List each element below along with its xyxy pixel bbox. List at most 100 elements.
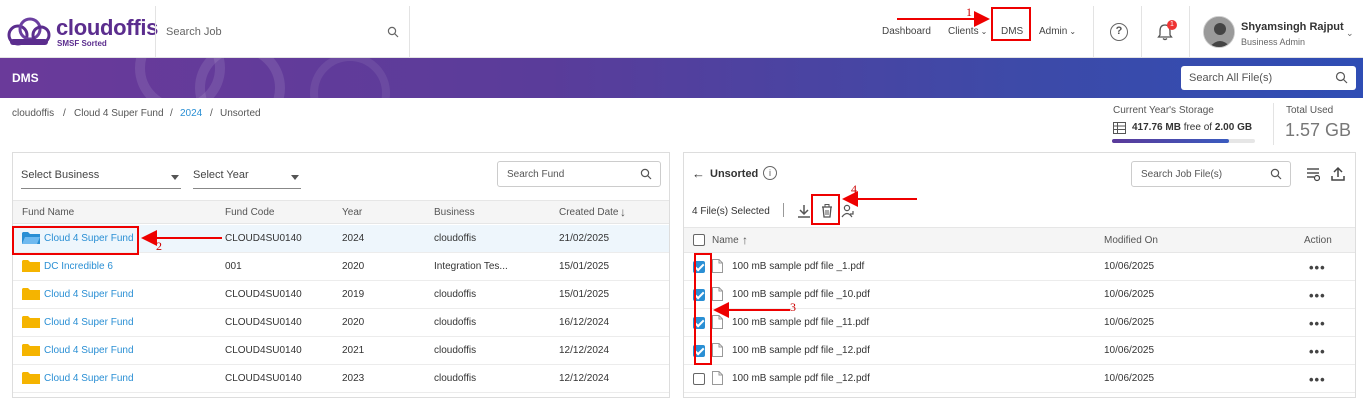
nav-admin[interactable]: Admin ⌄: [1039, 26, 1076, 37]
breadcrumb-separator: /: [170, 108, 173, 119]
file-icon: [712, 371, 723, 385]
column-header[interactable]: Created Date: [559, 207, 618, 218]
divider: [1189, 6, 1190, 58]
user-role: Business Admin: [1241, 37, 1306, 47]
file-icon: [712, 315, 723, 329]
folder-icon: [22, 260, 40, 272]
cell-created: 15/01/2025: [559, 289, 610, 300]
breadcrumb-item[interactable]: Cloud 4 Super Fund: [74, 108, 164, 119]
more-actions-icon[interactable]: •••: [1309, 344, 1326, 359]
search-fund-input[interactable]: Search Fund: [497, 161, 661, 187]
cloud-logo-icon[interactable]: [6, 17, 52, 47]
move-to-user-icon[interactable]: [841, 203, 855, 219]
column-header[interactable]: Business: [434, 207, 475, 218]
table-row[interactable]: 100 mB sample pdf file _1.pdf 10/06/2025 •…: [684, 253, 1355, 281]
select-year-label: Select Year: [193, 169, 249, 181]
logo-subtitle: SMSF Sorted: [57, 39, 107, 48]
table-row[interactable]: 100 mB sample pdf file _11.pdf 10/06/2025…: [684, 309, 1355, 337]
column-header[interactable]: Fund Name: [22, 207, 74, 218]
folder-icon: [22, 316, 40, 328]
sort-down-icon[interactable]: ↓: [620, 205, 626, 219]
fund-name-link[interactable]: DC Incredible 6: [44, 261, 113, 272]
upload-icon[interactable]: [1331, 166, 1345, 182]
more-actions-icon[interactable]: •••: [1309, 260, 1326, 275]
column-header[interactable]: Name: [712, 235, 739, 246]
file-modified: 10/06/2025: [1104, 373, 1155, 384]
search-icon[interactable]: [640, 168, 652, 180]
avatar[interactable]: [1203, 16, 1235, 48]
user-name[interactable]: Shyamsingh Rajput: [1241, 21, 1344, 33]
table-row[interactable]: Cloud 4 Super Fund CLOUD4SU0140 2020 cloudo…: [13, 309, 669, 337]
table-row[interactable]: Cloud 4 Super Fund CLOUD4SU0140 2019 cloudo…: [13, 281, 669, 309]
file-name[interactable]: 100 mB sample pdf file _10.pdf: [732, 289, 870, 300]
fund-name-link[interactable]: Cloud 4 Super Fund: [44, 373, 134, 384]
search-job-files-input[interactable]: Search Job File(s): [1131, 161, 1291, 187]
fund-name-link[interactable]: Cloud 4 Super Fund: [44, 289, 134, 300]
table-row[interactable]: 100 mB sample pdf file _10.pdf 10/06/2025…: [684, 281, 1355, 309]
folder-title: Unsorted: [710, 168, 759, 180]
file-name[interactable]: 100 mB sample pdf file _11.pdf: [732, 317, 869, 328]
storage-progress-fill: [1112, 139, 1230, 143]
search-fund-placeholder: Search Fund: [507, 169, 565, 180]
fund-name-link[interactable]: Cloud 4 Super Fund: [44, 345, 134, 356]
total-used-label: Total Used: [1286, 105, 1334, 116]
breadcrumb-separator: /: [63, 108, 66, 119]
more-actions-icon[interactable]: •••: [1309, 372, 1326, 387]
job-search-input[interactable]: Search Job: [155, 6, 410, 58]
chevron-down-icon: ⌄: [1069, 27, 1077, 36]
more-actions-icon[interactable]: •••: [1309, 316, 1326, 331]
folder-icon: [22, 344, 40, 356]
folder-icon: [22, 372, 40, 384]
fund-name-link[interactable]: Cloud 4 Super Fund: [44, 317, 134, 328]
file-name[interactable]: 100 mB sample pdf file _12.pdf: [732, 345, 870, 356]
info-icon[interactable]: i: [763, 166, 777, 180]
breadcrumb-item[interactable]: cloudoffis: [12, 108, 54, 119]
cell-year: 2020: [342, 261, 365, 272]
column-header[interactable]: Year: [342, 207, 362, 218]
search-icon[interactable]: [1270, 168, 1282, 180]
job-search-placeholder: Search Job: [166, 26, 222, 38]
row-checkbox[interactable]: [693, 373, 705, 385]
page-title: DMS: [12, 71, 39, 85]
breadcrumb-item[interactable]: 2024: [180, 108, 202, 119]
file-icon: [712, 259, 723, 273]
search-job-files-placeholder: Search Job File(s): [1141, 169, 1223, 180]
cell-year: 2021: [342, 345, 365, 356]
file-name[interactable]: 100 mB sample pdf file _12.pdf: [732, 373, 870, 384]
help-icon[interactable]: ?: [1110, 23, 1128, 41]
nav-dashboard[interactable]: Dashboard: [882, 26, 931, 37]
select-business-dropdown[interactable]: Select Business: [21, 169, 181, 189]
cell-year: 2019: [342, 289, 365, 300]
storage-icon: [1113, 122, 1126, 134]
cell-year: 2024: [342, 233, 365, 244]
table-row[interactable]: Cloud 4 Super Fund CLOUD4SU0140 2021 cloudo…: [13, 337, 669, 365]
file-name[interactable]: 100 mB sample pdf file _1.pdf: [732, 261, 864, 272]
file-list-panel: ← Unsorted i Search Job File(s) 4 File(s…: [683, 152, 1356, 398]
storage-label: Current Year's Storage: [1113, 105, 1214, 116]
search-all-files-input[interactable]: Search All File(s): [1181, 66, 1356, 90]
filter-list-icon[interactable]: [1306, 166, 1320, 182]
download-icon[interactable]: [797, 203, 811, 219]
sort-up-icon[interactable]: ↑: [742, 233, 748, 247]
search-icon[interactable]: [1335, 71, 1348, 84]
table-row[interactable]: Cloud 4 Super Fund CLOUD4SU0140 2023 cloudo…: [13, 365, 669, 393]
caret-down-icon: [171, 175, 179, 180]
search-icon[interactable]: [387, 26, 399, 38]
select-all-checkbox[interactable]: [693, 234, 705, 246]
app-root: cloudoffis SMSF Sorted Search Job Dashbo…: [0, 0, 1363, 398]
table-row[interactable]: DC Incredible 6 001 2020 Integration Tes...…: [13, 253, 669, 281]
table-row[interactable]: 100 mB sample pdf file _12.pdf 10/06/2025…: [684, 365, 1355, 393]
cell-year: 2023: [342, 373, 365, 384]
more-actions-icon[interactable]: •••: [1309, 288, 1326, 303]
breadcrumb-item-current: Unsorted: [220, 108, 261, 119]
storage-free-text: free of: [1183, 122, 1213, 133]
cell-created: 16/12/2024: [559, 317, 610, 328]
table-row[interactable]: 100 mB sample pdf file _12.pdf 10/06/2025…: [684, 337, 1355, 365]
chevron-down-icon[interactable]: ⌄: [1346, 28, 1354, 39]
column-header[interactable]: Fund Code: [225, 207, 274, 218]
annotation-number: 2: [156, 239, 162, 253]
select-year-dropdown[interactable]: Select Year: [193, 169, 301, 189]
column-header[interactable]: Modified On: [1104, 235, 1158, 246]
back-arrow-icon[interactable]: ←: [692, 166, 705, 181]
nav-clients[interactable]: Clients ⌄: [948, 26, 987, 37]
